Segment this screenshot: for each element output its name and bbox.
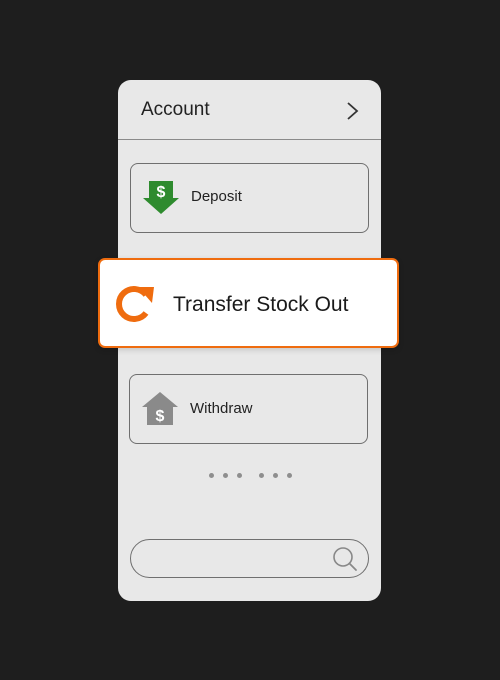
deposit-button[interactable]: $ Deposit	[130, 163, 369, 233]
deposit-dollar-arrow-icon: $	[143, 181, 179, 214]
transfer-stock-out-label: Transfer Stock Out	[173, 293, 349, 316]
search-bar[interactable]	[130, 539, 369, 578]
refresh-arrow-icon	[116, 286, 154, 322]
search-input[interactable]	[143, 548, 327, 570]
deposit-label: Deposit	[191, 188, 242, 205]
account-title: Account	[141, 99, 210, 120]
svg-text:$: $	[156, 408, 165, 425]
account-header[interactable]: Account	[118, 80, 381, 140]
svg-text:$: $	[157, 184, 166, 201]
transfer-stock-out-button[interactable]: Transfer Stock Out	[98, 258, 399, 348]
search-icon[interactable]	[331, 545, 359, 573]
chevron-right-icon[interactable]	[343, 100, 361, 122]
withdraw-label: Withdraw	[190, 400, 253, 417]
more-dots-icon[interactable]	[207, 473, 297, 479]
withdraw-dollar-house-icon: $	[142, 392, 178, 425]
withdraw-button[interactable]: $ Withdraw	[129, 374, 368, 444]
